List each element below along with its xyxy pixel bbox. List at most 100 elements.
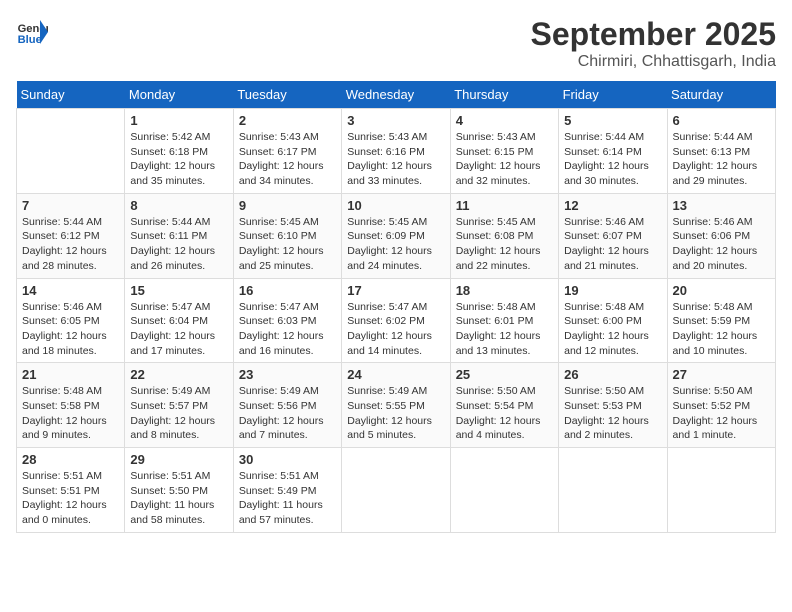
col-thursday: Thursday	[450, 81, 558, 109]
table-row: 24 Sunrise: 5:49 AM Sunset: 5:55 PM Dayli…	[342, 363, 450, 448]
title-area: September 2025 Chirmiri, Chhattisgarh, I…	[531, 16, 776, 71]
day-number: 1	[130, 113, 227, 128]
col-wednesday: Wednesday	[342, 81, 450, 109]
day-info: Sunrise: 5:50 AM Sunset: 5:52 PM Dayligh…	[673, 384, 770, 443]
day-number: 28	[22, 452, 119, 467]
col-monday: Monday	[125, 81, 233, 109]
logo: General Blue	[16, 16, 48, 48]
day-info: Sunrise: 5:42 AM Sunset: 6:18 PM Dayligh…	[130, 130, 227, 189]
month-year-title: September 2025	[531, 16, 776, 53]
table-row: 8 Sunrise: 5:44 AM Sunset: 6:11 PM Daylig…	[125, 193, 233, 278]
calendar-week-row: 14 Sunrise: 5:46 AM Sunset: 6:05 PM Dayli…	[17, 278, 776, 363]
table-row: 26 Sunrise: 5:50 AM Sunset: 5:53 PM Dayli…	[559, 363, 667, 448]
day-number: 13	[673, 198, 770, 213]
day-number: 8	[130, 198, 227, 213]
day-number: 22	[130, 367, 227, 382]
table-row: 3Sunrise: 5:43 AM Sunset: 6:16 PM Daylig…	[342, 109, 450, 194]
day-info: Sunrise: 5:49 AM Sunset: 5:56 PM Dayligh…	[239, 384, 336, 443]
table-row	[667, 448, 775, 533]
day-info: Sunrise: 5:48 AM Sunset: 5:58 PM Dayligh…	[22, 384, 119, 443]
day-info: Sunrise: 5:43 AM Sunset: 6:17 PM Dayligh…	[239, 130, 336, 189]
day-info: Sunrise: 5:43 AM Sunset: 6:16 PM Dayligh…	[347, 130, 444, 189]
table-row: 20 Sunrise: 5:48 AM Sunset: 5:59 PM Dayli…	[667, 278, 775, 363]
table-row: 9Sunrise: 5:45 AM Sunset: 6:10 PM Daylig…	[233, 193, 341, 278]
day-number: 29	[130, 452, 227, 467]
day-info: Sunrise: 5:49 AM Sunset: 5:57 PM Dayligh…	[130, 384, 227, 443]
table-row: 21 Sunrise: 5:48 AM Sunset: 5:58 PM Dayli…	[17, 363, 125, 448]
table-row: 2 Sunrise: 5:43 AM Sunset: 6:17 PM Daylig…	[233, 109, 341, 194]
day-number: 9	[239, 198, 336, 213]
table-row: 15 Sunrise: 5:47 AM Sunset: 6:04 PM Dayli…	[125, 278, 233, 363]
table-row: 17Sunrise: 5:47 AM Sunset: 6:02 PM Dayli…	[342, 278, 450, 363]
col-sunday: Sunday	[17, 81, 125, 109]
day-number: 12	[564, 198, 661, 213]
table-row	[342, 448, 450, 533]
day-number: 23	[239, 367, 336, 382]
table-row: 16Sunrise: 5:47 AM Sunset: 6:03 PM Dayli…	[233, 278, 341, 363]
table-row: 25 Sunrise: 5:50 AM Sunset: 5:54 PM Dayli…	[450, 363, 558, 448]
day-info: Sunrise: 5:51 AM Sunset: 5:49 PM Dayligh…	[239, 469, 336, 528]
calendar-table: Sunday Monday Tuesday Wednesday Thursday…	[16, 81, 776, 533]
day-number: 2	[239, 113, 336, 128]
day-number: 14	[22, 283, 119, 298]
table-row: 27 Sunrise: 5:50 AM Sunset: 5:52 PM Dayli…	[667, 363, 775, 448]
table-row	[17, 109, 125, 194]
day-number: 20	[673, 283, 770, 298]
table-row: 22 Sunrise: 5:49 AM Sunset: 5:57 PM Dayli…	[125, 363, 233, 448]
day-number: 27	[673, 367, 770, 382]
table-row: 13 Sunrise: 5:46 AM Sunset: 6:06 PM Dayli…	[667, 193, 775, 278]
table-row: 11Sunrise: 5:45 AM Sunset: 6:08 PM Dayli…	[450, 193, 558, 278]
day-info: Sunrise: 5:46 AM Sunset: 6:05 PM Dayligh…	[22, 300, 119, 359]
col-friday: Friday	[559, 81, 667, 109]
day-number: 6	[673, 113, 770, 128]
day-number: 21	[22, 367, 119, 382]
day-number: 18	[456, 283, 553, 298]
day-info: Sunrise: 5:48 AM Sunset: 5:59 PM Dayligh…	[673, 300, 770, 359]
table-row: 12 Sunrise: 5:46 AM Sunset: 6:07 PM Dayli…	[559, 193, 667, 278]
day-info: Sunrise: 5:47 AM Sunset: 6:04 PM Dayligh…	[130, 300, 227, 359]
table-row	[450, 448, 558, 533]
day-info: Sunrise: 5:46 AM Sunset: 6:06 PM Dayligh…	[673, 215, 770, 274]
col-saturday: Saturday	[667, 81, 775, 109]
day-number: 5	[564, 113, 661, 128]
day-info: Sunrise: 5:50 AM Sunset: 5:54 PM Dayligh…	[456, 384, 553, 443]
day-info: Sunrise: 5:45 AM Sunset: 6:09 PM Dayligh…	[347, 215, 444, 274]
table-row: 23 Sunrise: 5:49 AM Sunset: 5:56 PM Dayli…	[233, 363, 341, 448]
day-info: Sunrise: 5:46 AM Sunset: 6:07 PM Dayligh…	[564, 215, 661, 274]
calendar-week-row: 7 Sunrise: 5:44 AM Sunset: 6:12 PM Daylig…	[17, 193, 776, 278]
day-number: 25	[456, 367, 553, 382]
day-number: 10	[347, 198, 444, 213]
day-info: Sunrise: 5:44 AM Sunset: 6:14 PM Dayligh…	[564, 130, 661, 189]
table-row: 5 Sunrise: 5:44 AM Sunset: 6:14 PM Daylig…	[559, 109, 667, 194]
calendar-week-row: 21 Sunrise: 5:48 AM Sunset: 5:58 PM Dayli…	[17, 363, 776, 448]
calendar-header-row: Sunday Monday Tuesday Wednesday Thursday…	[17, 81, 776, 109]
day-info: Sunrise: 5:44 AM Sunset: 6:13 PM Dayligh…	[673, 130, 770, 189]
day-number: 17	[347, 283, 444, 298]
day-number: 24	[347, 367, 444, 382]
day-info: Sunrise: 5:43 AM Sunset: 6:15 PM Dayligh…	[456, 130, 553, 189]
svg-text:Blue: Blue	[18, 34, 42, 46]
table-row: 28Sunrise: 5:51 AM Sunset: 5:51 PM Dayli…	[17, 448, 125, 533]
day-number: 26	[564, 367, 661, 382]
day-info: Sunrise: 5:44 AM Sunset: 6:11 PM Dayligh…	[130, 215, 227, 274]
col-tuesday: Tuesday	[233, 81, 341, 109]
table-row: 4 Sunrise: 5:43 AM Sunset: 6:15 PM Daylig…	[450, 109, 558, 194]
day-info: Sunrise: 5:45 AM Sunset: 6:08 PM Dayligh…	[456, 215, 553, 274]
day-number: 19	[564, 283, 661, 298]
calendar-week-row: 28Sunrise: 5:51 AM Sunset: 5:51 PM Dayli…	[17, 448, 776, 533]
table-row: 19 Sunrise: 5:48 AM Sunset: 6:00 PM Dayli…	[559, 278, 667, 363]
table-row: 29 Sunrise: 5:51 AM Sunset: 5:50 PM Dayli…	[125, 448, 233, 533]
day-info: Sunrise: 5:50 AM Sunset: 5:53 PM Dayligh…	[564, 384, 661, 443]
day-number: 30	[239, 452, 336, 467]
table-row: 6 Sunrise: 5:44 AM Sunset: 6:13 PM Daylig…	[667, 109, 775, 194]
day-info: Sunrise: 5:51 AM Sunset: 5:50 PM Dayligh…	[130, 469, 227, 528]
day-number: 4	[456, 113, 553, 128]
calendar-week-row: 1 Sunrise: 5:42 AM Sunset: 6:18 PM Daylig…	[17, 109, 776, 194]
day-info: Sunrise: 5:49 AM Sunset: 5:55 PM Dayligh…	[347, 384, 444, 443]
day-info: Sunrise: 5:44 AM Sunset: 6:12 PM Dayligh…	[22, 215, 119, 274]
page-header: General Blue September 2025 Chirmiri, Ch…	[16, 16, 776, 71]
table-row: 14 Sunrise: 5:46 AM Sunset: 6:05 PM Dayli…	[17, 278, 125, 363]
day-number: 15	[130, 283, 227, 298]
day-info: Sunrise: 5:48 AM Sunset: 6:00 PM Dayligh…	[564, 300, 661, 359]
day-number: 7	[22, 198, 119, 213]
